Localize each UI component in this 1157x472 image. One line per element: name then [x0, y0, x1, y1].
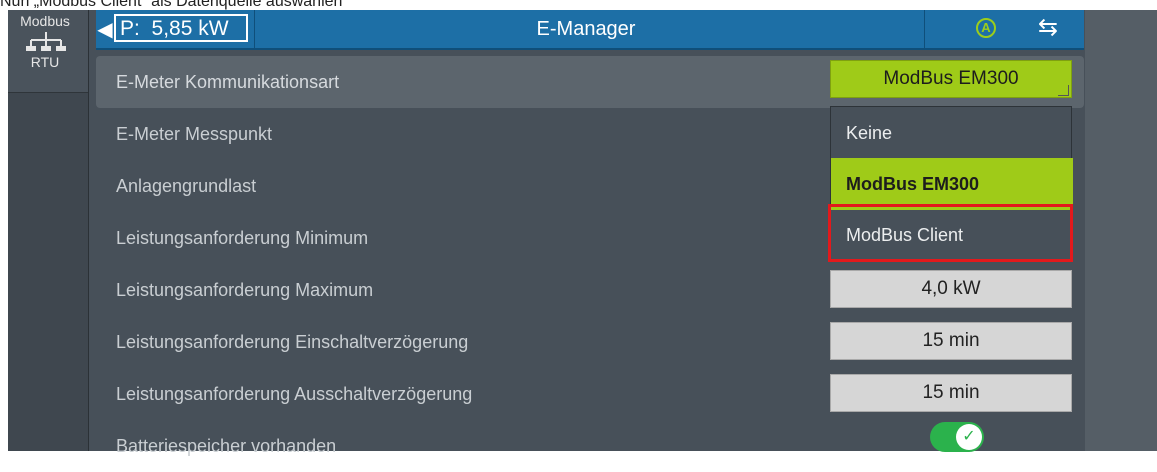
setting-row-kommunikationsart[interactable]: E-Meter Kommunikationsart ModBus EM300 — [96, 56, 1084, 108]
network-icon — [26, 32, 66, 51]
caption-text: Nun „Modbus Client“ als Datenquelle ausw… — [0, 0, 343, 10]
dropdown-corner-icon — [1058, 85, 1069, 96]
sidebar: Modbus RTU — [8, 10, 89, 451]
setting-label: Batteriespeicher vorhanden — [116, 436, 337, 456]
setting-row-maximum[interactable]: Leistungsanforderung Maximum 4,0 kW — [96, 264, 1084, 316]
rtu-tile-label: RTU — [30, 54, 60, 70]
einschalt-value-field[interactable]: 15 min — [830, 322, 1072, 360]
modbus-tile-label: Modbus — [20, 13, 70, 29]
select-value: ModBus EM300 — [883, 68, 1019, 89]
dropdown-option-modbus-em300[interactable]: ModBus EM300 — [831, 158, 1073, 210]
annotation-highlight-box — [828, 204, 1073, 262]
setting-row-ausschaltverzoegerung[interactable]: Leistungsanforderung Ausschaltverzögerun… — [96, 368, 1084, 420]
right-panel — [1085, 10, 1157, 451]
setting-label: Leistungsanforderung Einschaltverzögerun… — [116, 332, 469, 352]
ausschalt-value-field[interactable]: 15 min — [830, 374, 1072, 412]
maximum-value-field[interactable]: 4,0 kW — [830, 270, 1072, 308]
setting-label: E-Meter Messpunkt — [116, 124, 273, 144]
dropdown-option-keine[interactable]: Keine — [831, 107, 1073, 159]
setting-row-einschaltverzoegerung[interactable]: Leistungsanforderung Einschaltverzögerun… — [96, 316, 1084, 368]
modbus-rtu-button[interactable]: Modbus RTU — [8, 10, 88, 93]
back-arrow-icon[interactable]: ◀ — [96, 10, 114, 48]
header-divider — [254, 10, 255, 48]
header-divider — [924, 10, 925, 48]
swap-arrows-icon[interactable]: ⇆ — [1038, 16, 1058, 40]
header-bar: ◀ P: 5,85 kW E-Manager A ⇆ — [96, 10, 1084, 50]
power-display[interactable]: P: 5,85 kW — [114, 14, 248, 42]
checkmark-icon: ✓ — [956, 424, 982, 450]
device-screen: Modbus RTU ◀ P: 5,85 kW E-Manager A ⇆ E-… — [8, 10, 1157, 456]
kommunikationsart-select[interactable]: ModBus EM300 — [830, 60, 1072, 98]
setting-label: Leistungsanforderung Ausschaltverzögerun… — [116, 384, 473, 404]
setting-label: Anlagengrundlast — [116, 176, 257, 196]
auto-mode-icon[interactable]: A — [976, 18, 996, 38]
batteriespeicher-toggle[interactable]: ✓ — [930, 422, 984, 452]
setting-label: E-Meter Kommunikationsart — [116, 72, 340, 92]
setting-label: Leistungsanforderung Maximum — [116, 280, 374, 300]
setting-label: Leistungsanforderung Minimum — [116, 228, 369, 248]
page-title: E-Manager — [536, 18, 636, 40]
